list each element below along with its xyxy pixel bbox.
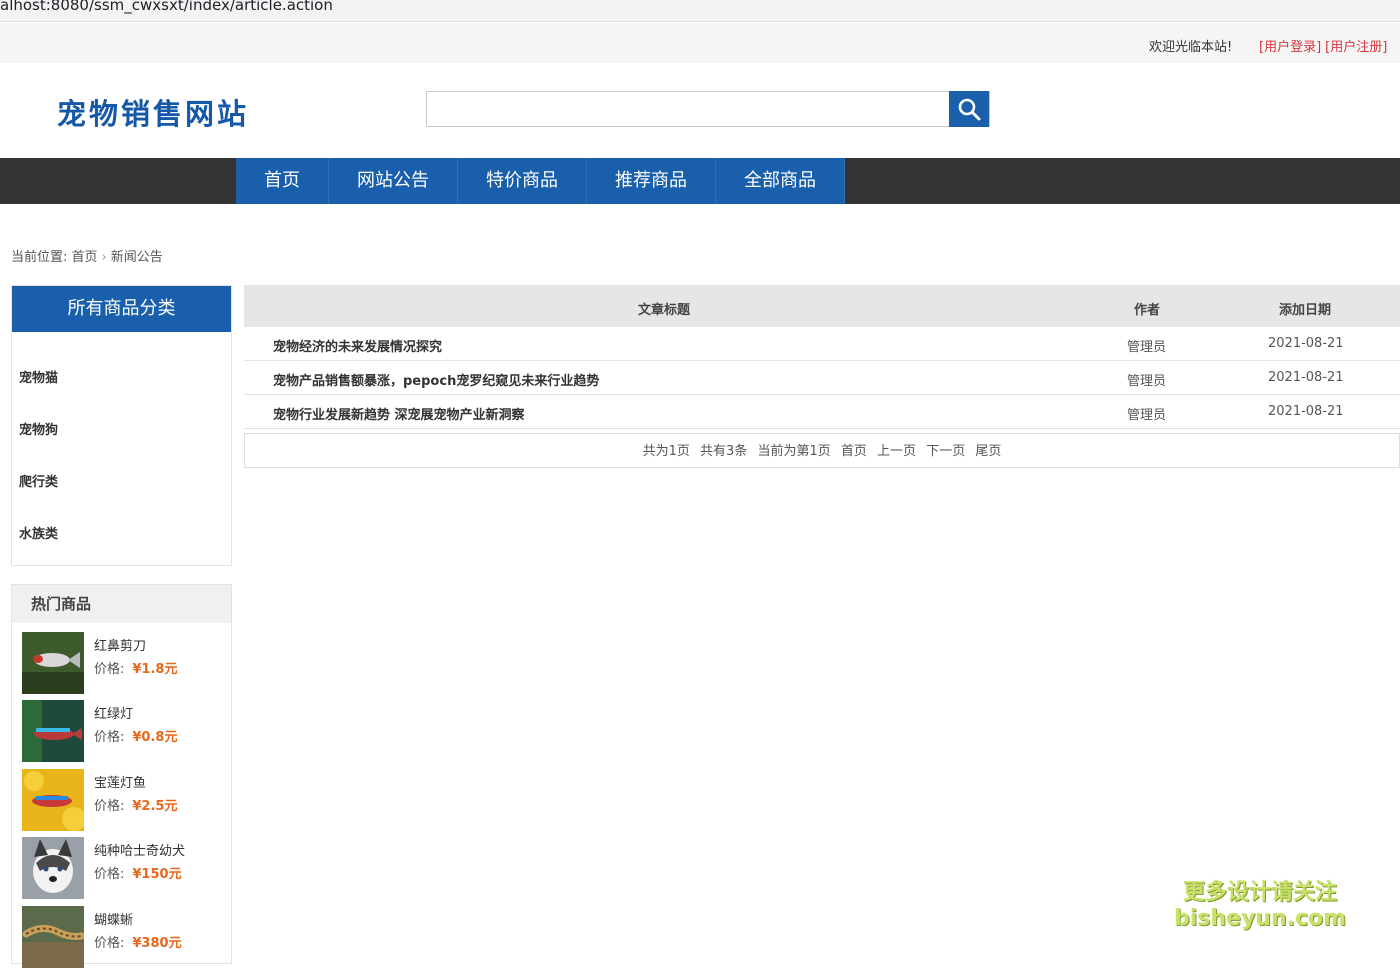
product-name: 蝴蝶蜥 <box>94 913 134 928</box>
hot-products-panel: 热门商品 红鼻剪刀 价格: ¥1.8元 红绿灯 价格: ¥0.8元 宝莲灯鱼 价格:… <box>11 584 232 968</box>
pager-current: 当前为第1页 <box>757 444 831 459</box>
url-text: alhost:8080/ssm_cwxsxt/index/article.act… <box>0 0 333 14</box>
product-price: ¥150元 <box>132 867 182 882</box>
search-icon <box>958 98 981 121</box>
search-input[interactable] <box>427 92 950 126</box>
article-title-link[interactable]: 宠物产品销售额暴涨，pepoch宠罗纪窥见未来行业趋势 <box>273 370 599 389</box>
product-thumbnail[interactable] <box>22 769 84 831</box>
pager-total-pages: 共为1页 <box>642 444 690 459</box>
category-title: 所有商品分类 <box>12 286 231 332</box>
product-price: ¥380元 <box>132 936 182 951</box>
welcome-text: 欢迎光临本站! <box>1149 40 1233 55</box>
category-item-dog[interactable]: 宠物狗 <box>12 411 231 463</box>
product-name: 红鼻剪刀 <box>94 639 147 654</box>
hot-product-item[interactable]: 红鼻剪刀 价格: ¥1.8元 <box>22 632 227 694</box>
article-title-link[interactable]: 宠物行业发展新趋势 深宠展宠物产业新洞察 <box>273 404 525 423</box>
column-header-author: 作者 <box>1134 303 1161 318</box>
price-label: 价格: <box>94 730 125 745</box>
article-author: 管理员 <box>1127 340 1167 355</box>
breadcrumb-label: 当前位置: <box>11 250 68 265</box>
product-thumbnail[interactable] <box>22 632 84 694</box>
watermark: 更多设计请关注 bisheyun.com <box>1174 880 1346 932</box>
breadcrumb-home[interactable]: 首页 <box>72 250 98 265</box>
site-header: 宠物销售网站 <box>0 63 1400 158</box>
product-thumbnail[interactable] <box>22 906 84 968</box>
nav-specials[interactable]: 特价商品 <box>458 158 587 204</box>
article-table: 文章标题 作者 添加日期 宠物经济的未来发展情况探究 管理员 2021-08-2… <box>244 285 1400 429</box>
price-label: 价格: <box>94 936 125 951</box>
pager-total-items: 共有3条 <box>700 444 748 459</box>
hot-product-item[interactable]: 蝴蝶蜥 价格: ¥380元 <box>22 906 227 968</box>
breadcrumb-current: 新闻公告 <box>110 250 163 265</box>
product-thumbnail[interactable] <box>22 700 84 762</box>
chevron-right-icon: › <box>101 250 107 265</box>
nav-recommended[interactable]: 推荐商品 <box>587 158 716 204</box>
nav-home[interactable]: 首页 <box>236 158 329 204</box>
product-price: ¥2.5元 <box>132 799 178 814</box>
table-header: 文章标题 作者 添加日期 <box>244 285 1400 327</box>
product-name: 纯种哈士奇幼犬 <box>94 844 186 859</box>
watermark-line1: 更多设计请关注 <box>1183 880 1338 905</box>
product-price: ¥0.8元 <box>132 730 178 745</box>
product-name: 红绿灯 <box>94 707 134 722</box>
price-label: 价格: <box>94 799 125 814</box>
main-nav: 首页 网站公告 特价商品 推荐商品 全部商品 <box>0 158 1400 204</box>
column-header-date: 添加日期 <box>1279 303 1332 318</box>
category-item-cat[interactable]: 宠物猫 <box>12 359 231 411</box>
category-item-reptile[interactable]: 爬行类 <box>12 463 231 515</box>
table-row[interactable]: 宠物行业发展新趋势 深宠展宠物产业新洞察 管理员 2021-08-21 <box>244 395 1400 429</box>
login-link[interactable]: [用户登录] <box>1259 40 1321 55</box>
product-price-row: 价格: ¥150元 <box>94 863 182 882</box>
nav-announcements[interactable]: 网站公告 <box>329 158 458 204</box>
breadcrumb: 当前位置: 首页 › 新闻公告 <box>11 246 163 265</box>
product-price: ¥1.8元 <box>132 662 178 677</box>
article-author: 管理员 <box>1127 408 1167 423</box>
nav-all-products[interactable]: 全部商品 <box>716 158 845 204</box>
hot-products-title: 热门商品 <box>12 585 231 623</box>
product-name: 宝莲灯鱼 <box>94 776 147 791</box>
product-price-row: 价格: ¥2.5元 <box>94 795 177 814</box>
search-button[interactable] <box>949 91 989 127</box>
product-price-row: 价格: ¥1.8元 <box>94 658 177 677</box>
auth-links: [用户登录] [用户注册] <box>1259 36 1391 55</box>
category-panel: 所有商品分类 宠物猫 宠物狗 爬行类 水族类 <box>11 285 232 566</box>
article-date: 2021-08-21 <box>1268 404 1344 419</box>
site-logo[interactable]: 宠物销售网站 <box>57 91 249 133</box>
pager-prev-button[interactable]: 上一页 <box>877 444 916 459</box>
search-box <box>426 91 990 127</box>
pager-next-button[interactable]: 下一页 <box>926 444 965 459</box>
article-date: 2021-08-21 <box>1268 336 1344 351</box>
hot-product-item[interactable]: 红绿灯 价格: ¥0.8元 <box>22 700 227 762</box>
register-link[interactable]: [用户注册] <box>1325 40 1387 55</box>
article-date: 2021-08-21 <box>1268 370 1344 385</box>
pager-last-button[interactable]: 尾页 <box>975 444 1001 459</box>
pager-first-button[interactable]: 首页 <box>841 444 867 459</box>
browser-url-bar[interactable]: alhost:8080/ssm_cwxsxt/index/article.act… <box>0 0 1400 22</box>
watermark-line2: bisheyun.com <box>1174 906 1347 931</box>
article-title-link[interactable]: 宠物经济的未来发展情况探究 <box>273 336 442 355</box>
price-label: 价格: <box>94 662 125 677</box>
hot-product-item[interactable]: 纯种哈士奇幼犬 价格: ¥150元 <box>22 837 227 899</box>
product-price-row: 价格: ¥380元 <box>94 932 182 951</box>
table-row[interactable]: 宠物产品销售额暴涨，pepoch宠罗纪窥见未来行业趋势 管理员 2021-08-… <box>244 361 1400 395</box>
hot-product-item[interactable]: 宝莲灯鱼 价格: ¥2.5元 <box>22 769 227 831</box>
category-item-aquatic[interactable]: 水族类 <box>12 515 231 567</box>
table-row[interactable]: 宠物经济的未来发展情况探究 管理员 2021-08-21 <box>244 327 1400 361</box>
column-header-title: 文章标题 <box>638 303 691 318</box>
price-label: 价格: <box>94 867 125 882</box>
product-price-row: 价格: ¥0.8元 <box>94 726 177 745</box>
article-author: 管理员 <box>1127 374 1167 389</box>
pagination: 共为1页 共有3条 当前为第1页 首页 上一页 下一页 尾页 <box>244 433 1400 468</box>
product-thumbnail[interactable] <box>22 837 84 899</box>
top-bar: 欢迎光临本站! [用户登录] [用户注册] <box>0 23 1400 63</box>
